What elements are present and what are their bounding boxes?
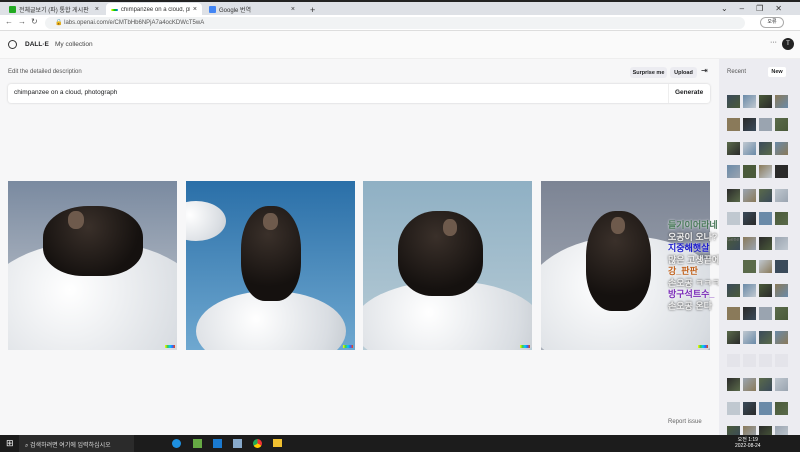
recent-thumbnail[interactable]: [743, 95, 756, 108]
surprise-me-button[interactable]: Surprise me: [630, 67, 667, 78]
windows-start-icon[interactable]: ⊞: [6, 438, 14, 449]
recent-thumbnail[interactable]: [743, 212, 756, 225]
thumbnail-placeholder[interactable]: [759, 354, 772, 367]
more-icon[interactable]: ···: [770, 39, 777, 46]
thumbnail-placeholder[interactable]: [775, 354, 788, 367]
window-controls[interactable]: ⌄–❐✕: [721, 4, 794, 13]
recent-thumbnail[interactable]: [775, 95, 788, 108]
recent-thumbnail[interactable]: [759, 284, 772, 297]
recent-thumbnail[interactable]: [743, 402, 756, 415]
recent-thumbnail[interactable]: [759, 260, 772, 273]
recent-thumbnail[interactable]: [727, 331, 740, 344]
recent-thumbnail[interactable]: [775, 402, 788, 415]
recent-thumbnail[interactable]: [775, 165, 788, 178]
clock: 오전 1:19 2022-08-24: [735, 437, 761, 449]
recent-thumbnail[interactable]: [759, 307, 772, 320]
my-collection-link[interactable]: My collection: [55, 41, 93, 48]
recent-thumbnail[interactable]: [743, 307, 756, 320]
recent-thumbnail[interactable]: [759, 237, 772, 250]
chrome-icon[interactable]: [253, 439, 262, 448]
thumbnail-placeholder[interactable]: [727, 354, 740, 367]
upload-button[interactable]: Upload: [670, 67, 697, 78]
file-explorer-icon[interactable]: [273, 439, 282, 447]
recent-sidebar: Recent New Gene: [719, 59, 800, 439]
recent-thumbnail[interactable]: [759, 142, 772, 155]
taskbar-search[interactable]: ⌕ 검색하려면 여기에 입력하십시오: [19, 435, 134, 452]
recent-thumbnail[interactable]: [775, 260, 788, 273]
taskbar: ⊞ ⌕ 검색하려면 여기에 입력하십시오 오전 1:19 2022-08-24: [0, 435, 800, 452]
openai-logo-icon: [8, 40, 17, 49]
recent-thumbnail[interactable]: [759, 331, 772, 344]
collapse-sidebar-icon[interactable]: ⇥: [701, 66, 708, 75]
recent-thumbnail[interactable]: [743, 165, 756, 178]
close-icon[interactable]: ×: [95, 6, 99, 13]
recent-thumbnail[interactable]: [775, 142, 788, 155]
recent-thumbnail[interactable]: [727, 142, 740, 155]
recent-thumbnail[interactable]: [743, 378, 756, 391]
app-icon[interactable]: [233, 439, 242, 448]
recent-thumbnail[interactable]: [727, 118, 740, 131]
nav-buttons[interactable]: ←→↻: [5, 17, 43, 26]
address-bar-row: ←→↻ 🔒 labs.openai.com/e/CMTbHb6NPjA7a4oc…: [0, 15, 800, 31]
recent-thumbnail[interactable]: [759, 378, 772, 391]
browser-tab-bar: 전체글보기 (파) 통합 게시판 × chimpanzee on a cloud,…: [0, 0, 800, 16]
recent-thumbnail[interactable]: [727, 95, 740, 108]
recent-thumbnail[interactable]: [775, 189, 788, 202]
broken-image-alt: Gene: [727, 237, 740, 243]
prompt-box: chimpanzee on a cloud, photograph Genera…: [8, 84, 710, 103]
recent-thumbnail[interactable]: [775, 284, 788, 297]
recent-thumbnail[interactable]: [727, 378, 740, 391]
recent-thumbnail[interactable]: [759, 165, 772, 178]
recent-thumbnail[interactable]: [775, 331, 788, 344]
recent-thumbnail[interactable]: [743, 237, 756, 250]
close-icon[interactable]: ×: [291, 6, 295, 13]
translate-icon: [209, 6, 216, 13]
recent-thumbnail[interactable]: [727, 307, 740, 320]
recent-title: Recent: [727, 69, 747, 75]
recent-thumbnail[interactable]: [743, 260, 756, 273]
edge-icon[interactable]: [172, 439, 181, 448]
recent-thumbnail[interactable]: [727, 165, 740, 178]
avatar[interactable]: T: [782, 38, 794, 50]
recent-thumbnail[interactable]: [759, 118, 772, 131]
recent-thumbnail[interactable]: [759, 189, 772, 202]
generated-image-2[interactable]: [186, 181, 355, 350]
recent-thumbnail[interactable]: [775, 237, 788, 250]
app-v-icon[interactable]: [213, 439, 222, 448]
minecraft-icon[interactable]: [193, 439, 202, 448]
recent-thumbnail[interactable]: [759, 95, 772, 108]
recent-thumbnail[interactable]: [775, 212, 788, 225]
url-input[interactable]: 🔒 labs.openai.com/e/CMTbHb6NPjA7a4ocKDWc…: [45, 17, 745, 29]
recent-thumbnail[interactable]: [727, 212, 740, 225]
recent-thumbnail[interactable]: [727, 284, 740, 297]
recent-thumbnail[interactable]: [775, 307, 788, 320]
app-header: DALL·E My collection ··· T: [0, 31, 800, 59]
recent-thumbnail[interactable]: [759, 402, 772, 415]
recent-thumbnail[interactable]: [743, 189, 756, 202]
recent-thumbnail[interactable]: [743, 118, 756, 131]
site-icon: [9, 6, 16, 13]
recent-thumbnail[interactable]: [743, 284, 756, 297]
report-issue-link[interactable]: Report issue: [668, 419, 702, 425]
close-icon[interactable]: ×: [193, 6, 197, 13]
profile-button[interactable]: 오류: [760, 17, 784, 28]
new-button[interactable]: New: [768, 67, 786, 77]
recent-thumbnail[interactable]: [775, 378, 788, 391]
generated-image-3[interactable]: [363, 181, 532, 350]
recent-thumbnail[interactable]: [759, 212, 772, 225]
generate-button[interactable]: Generate: [668, 84, 709, 103]
prompt-input[interactable]: chimpanzee on a cloud, photograph: [14, 89, 117, 96]
generated-image-1[interactable]: [8, 181, 177, 350]
recent-thumbnail[interactable]: [727, 189, 740, 202]
thumbnail-placeholder[interactable]: [743, 354, 756, 367]
recent-thumbnail[interactable]: [727, 402, 740, 415]
recent-thumbnail[interactable]: [743, 331, 756, 344]
recent-thumbnail[interactable]: [743, 142, 756, 155]
recent-thumbnail[interactable]: [775, 118, 788, 131]
dalle-icon: [111, 8, 118, 11]
dalle-logo[interactable]: DALL·E: [25, 41, 49, 48]
description-label: Edit the detailed description: [8, 69, 82, 75]
